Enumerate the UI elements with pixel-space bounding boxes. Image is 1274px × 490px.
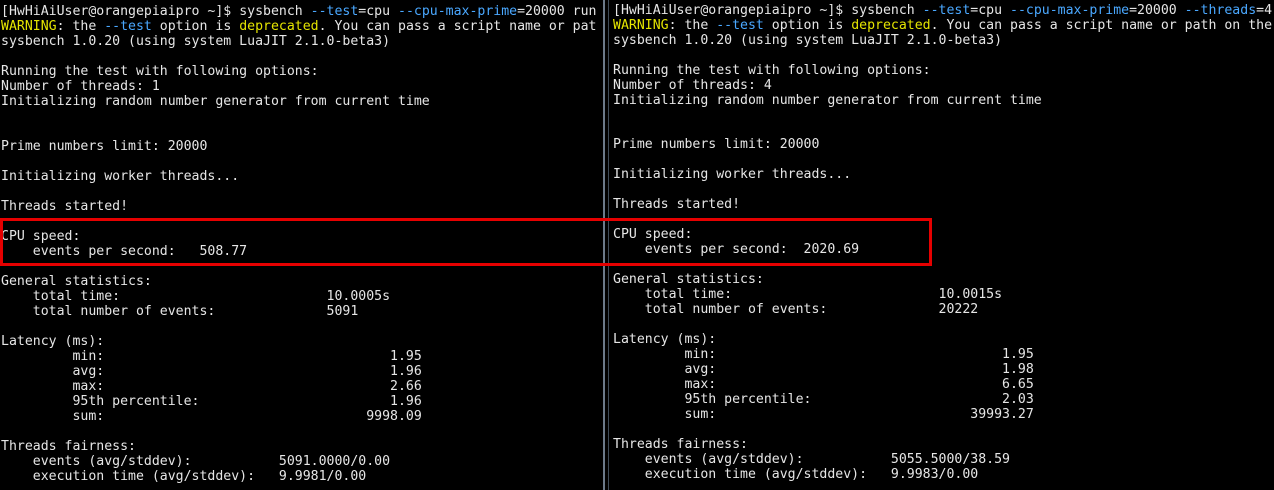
deprecated-word: deprecated — [851, 18, 931, 33]
latency-max-line: max: 2.66 — [1, 379, 422, 394]
warning-label: WARNING — [613, 18, 669, 33]
fairness-exec-line: execution time (avg/stddev): 9.9983/0.00 — [613, 467, 979, 482]
latency-avg-line: avg: 1.98 — [613, 362, 1034, 377]
test-option-value: =cpu — [358, 4, 398, 19]
deprecated-word: deprecated — [239, 19, 319, 34]
init-rng-line: Initializing random number generator fro… — [1, 94, 430, 109]
fairness-events-line: events (avg/stddev): 5091.0000/0.00 — [1, 454, 391, 469]
latency-min-line: min: 1.95 — [1, 349, 422, 364]
latency-heading: Latency (ms): — [613, 332, 717, 347]
running-line: Running the test with following options: — [1, 64, 319, 79]
running-line: Running the test with following options: — [613, 63, 931, 78]
max-prime-value: =20000 — [1129, 3, 1185, 18]
max-prime-option: --cpu-max-prime — [1010, 3, 1130, 18]
warning-line: WARNING: the --test option is deprecated… — [1, 19, 597, 34]
warning-option: --test — [716, 18, 764, 33]
general-stats-heading: General statistics: — [613, 272, 764, 287]
shell-prompt: [HwHiAiUser@orangepiaipro ~]$ — [1, 4, 240, 19]
latency-95th-line: 95th percentile: 1.96 — [1, 394, 422, 409]
total-time-line: total time: 10.0015s — [613, 287, 1003, 302]
warning-text: option is — [763, 18, 852, 33]
latency-95th-line: 95th percentile: 2.03 — [613, 392, 1034, 407]
threads-started-line: Threads started! — [613, 197, 741, 212]
fairness-heading: Threads fairness: — [613, 437, 748, 452]
warning-text: . You can pass a script name or pat — [318, 19, 597, 34]
prime-limit-line: Prime numbers limit: 20000 — [1, 139, 208, 154]
latency-sum-line: sum: 9998.09 — [1, 409, 422, 424]
test-option: --test — [922, 3, 971, 18]
init-rng-line: Initializing random number generator fro… — [613, 93, 1042, 108]
latency-min-line: min: 1.95 — [613, 347, 1034, 362]
threads-option: --threads — [1184, 3, 1257, 18]
prime-limit-line: Prime numbers limit: 20000 — [613, 137, 820, 152]
version-line: sysbench 1.0.20 (using system LuaJIT 2.1… — [1, 34, 391, 49]
warning-text: : the — [668, 18, 717, 33]
command-line: [HwHiAiUser@orangepiaipro ~]$ sysbench -… — [613, 3, 1272, 18]
warning-text: . You can pass a script name or path on … — [930, 18, 1273, 33]
threads-option-value: =4 — [1256, 3, 1273, 18]
total-events-line: total number of events: 5091 — [1, 304, 359, 319]
fairness-exec-line: execution time (avg/stddev): 9.9981/0.00 — [1, 469, 367, 484]
threads-count-line: Number of threads: 1 — [1, 79, 160, 94]
threads-started-line: Threads started! — [1, 199, 129, 214]
init-workers-line: Initializing worker threads... — [1, 169, 240, 184]
max-prime-option: --cpu-max-prime — [398, 4, 518, 19]
warning-label: WARNING — [1, 19, 57, 34]
total-events-line: total number of events: 20222 — [613, 302, 979, 317]
cpu-speed-highlight-box — [0, 218, 932, 266]
warning-text: : the — [56, 19, 105, 34]
test-option: --test — [310, 4, 359, 19]
init-workers-line: Initializing worker threads... — [613, 167, 852, 182]
total-time-line: total time: 10.0005s — [1, 289, 391, 304]
test-option-value: =cpu — [970, 3, 1010, 18]
command-name: sysbench — [851, 3, 923, 18]
version-line: sysbench 1.0.20 (using system LuaJIT 2.1… — [613, 33, 1003, 48]
latency-sum-line: sum: 39993.27 — [613, 407, 1034, 422]
latency-heading: Latency (ms): — [1, 334, 105, 349]
fairness-events-line: events (avg/stddev): 5055.5000/38.59 — [613, 452, 1010, 467]
shell-prompt: [HwHiAiUser@orangepiaipro ~]$ — [613, 3, 852, 18]
latency-max-line: max: 6.65 — [613, 377, 1034, 392]
warning-line: WARNING: the --test option is deprecated… — [613, 18, 1272, 33]
warning-text: option is — [151, 19, 240, 34]
fairness-heading: Threads fairness: — [1, 439, 136, 454]
latency-avg-line: avg: 1.96 — [1, 364, 422, 379]
warning-option: --test — [104, 19, 152, 34]
command-line: [HwHiAiUser@orangepiaipro ~]$ sysbench -… — [1, 4, 597, 19]
max-prime-value: =20000 run — [517, 4, 597, 19]
command-name: sysbench — [239, 4, 311, 19]
general-stats-heading: General statistics: — [1, 274, 152, 289]
threads-count-line: Number of threads: 4 — [613, 78, 772, 93]
